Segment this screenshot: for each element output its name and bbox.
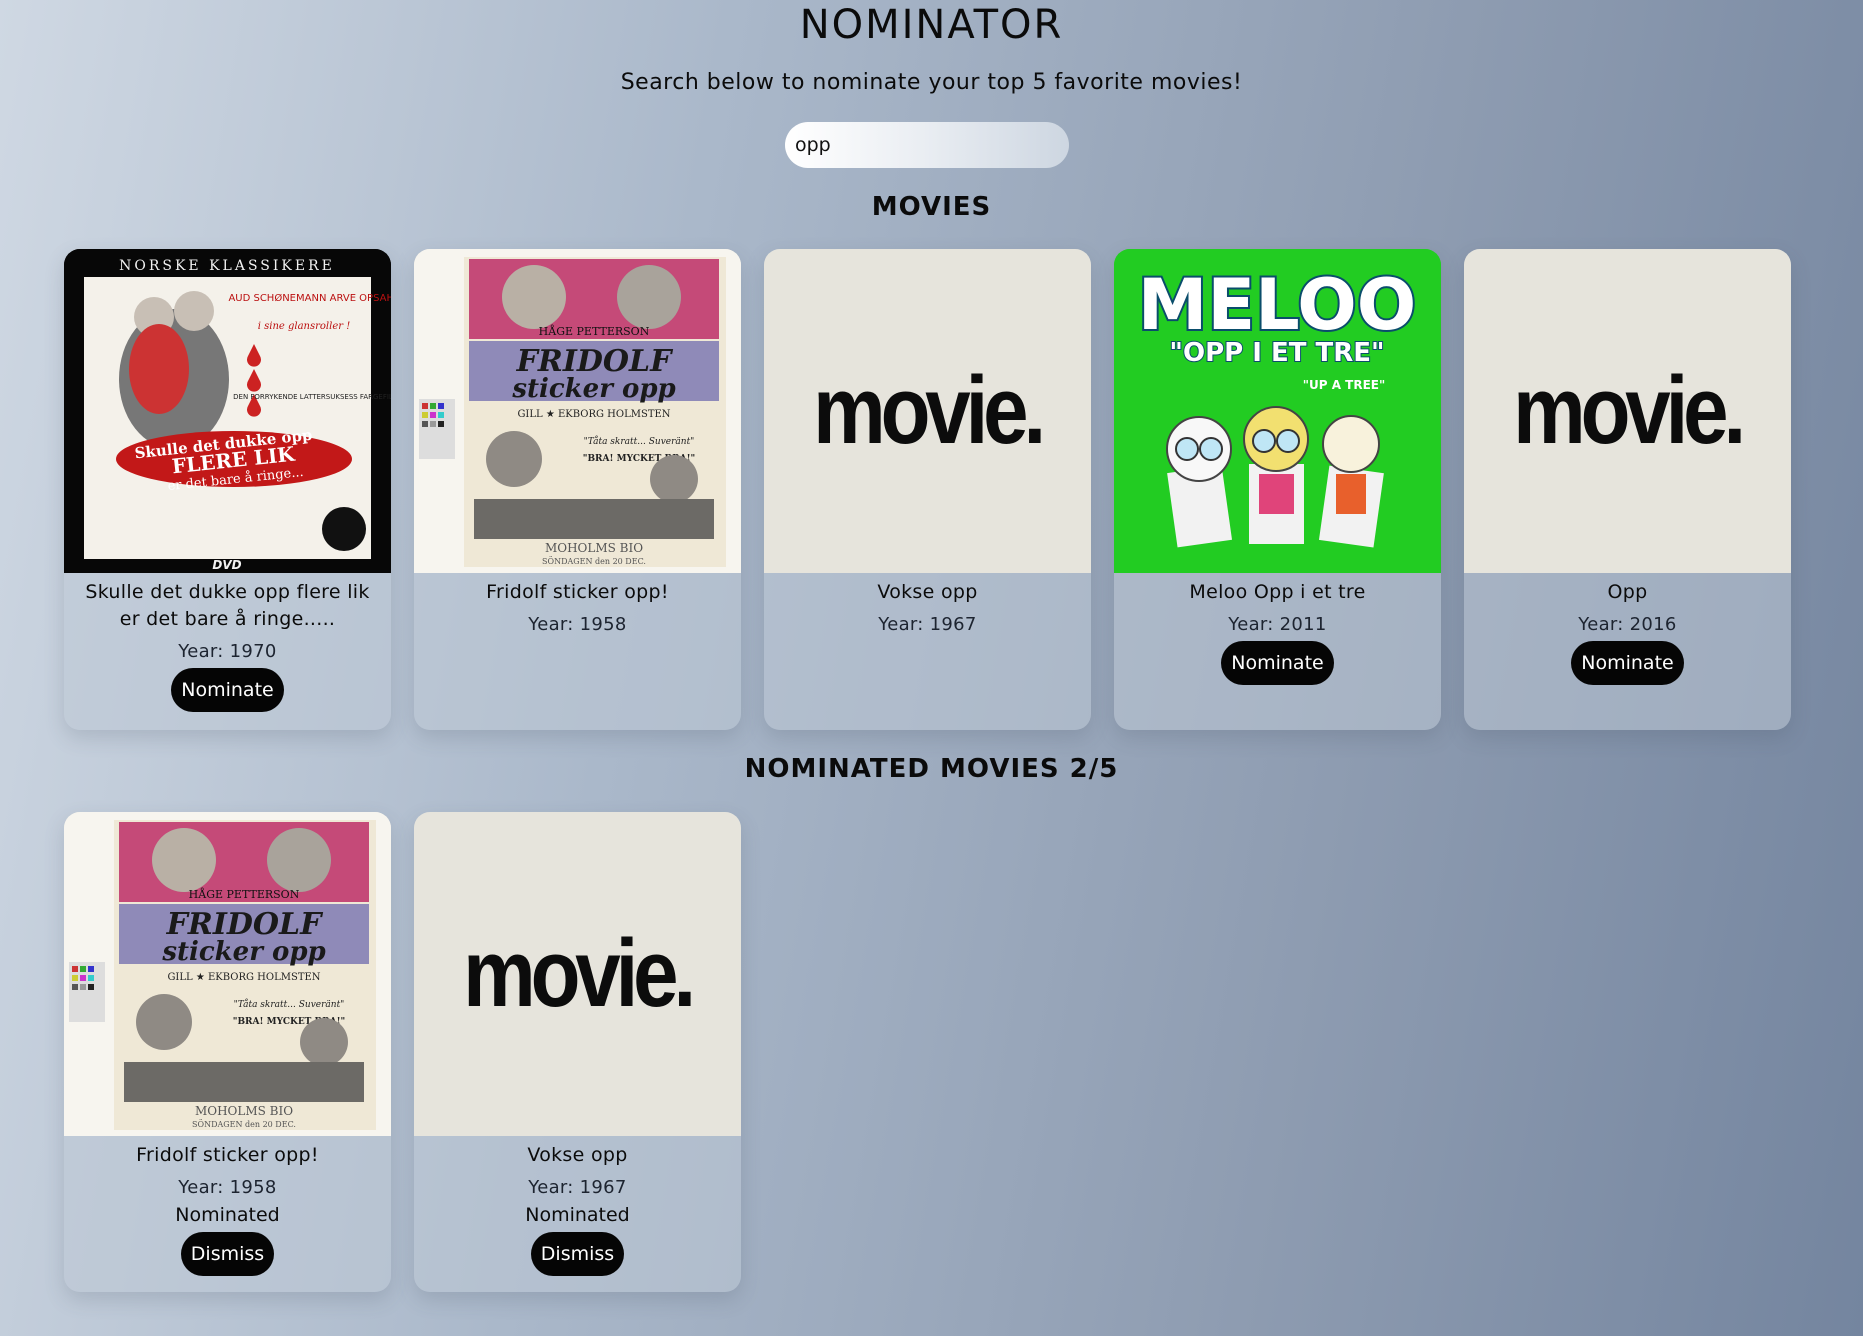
svg-text:AUD SCHØNEMANN ARVE OPSAHL: AUD SCHØNEMANN ARVE OPSAHL xyxy=(228,292,391,304)
movie-card: movie. Vokse opp Year: 1967 xyxy=(764,249,1091,730)
svg-text:SÖNDAGEN den 20 DEC.: SÖNDAGEN den 20 DEC. xyxy=(192,1120,296,1129)
svg-text:GILL ★ EKBORG HOLMSTEN: GILL ★ EKBORG HOLMSTEN xyxy=(517,409,670,420)
nominated-card: HÅGE PETTERSON FRIDOLF sticker opp GILL … xyxy=(64,812,391,1292)
svg-text:MOHOLMS BIO: MOHOLMS BIO xyxy=(545,541,643,555)
placeholder-poster: movie. xyxy=(1464,249,1791,573)
movie-title: Skulle det dukke opp flere lik er det ba… xyxy=(85,581,370,630)
movie-title: Fridolf sticker opp! xyxy=(486,581,669,603)
placeholder-text: movie. xyxy=(1513,357,1747,464)
movies-section-title: MOVIES xyxy=(871,192,992,222)
movie-year: Year: 1958 xyxy=(528,614,627,635)
svg-text:GILL ★ EKBORG HOLMSTEN: GILL ★ EKBORG HOLMSTEN xyxy=(167,972,320,983)
movie-title: Fridolf sticker opp! xyxy=(136,1144,319,1166)
svg-text:DVD: DVD xyxy=(212,558,241,572)
movie-title: Vokse opp xyxy=(877,581,978,603)
movie-year: Year: 2016 xyxy=(1578,614,1677,635)
svg-text:HÅGE PETTERSON: HÅGE PETTERSON xyxy=(539,324,650,338)
movie-card: NORSKE KLASSIKERE AUD SCHØNEMANN ARVE OP… xyxy=(64,249,391,730)
nominated-status: Nominated xyxy=(175,1204,280,1226)
movie-year: Year: 1970 xyxy=(178,641,277,662)
svg-text:MOHOLMS BIO: MOHOLMS BIO xyxy=(195,1104,293,1118)
svg-text:SÖNDAGEN den 20 DEC.: SÖNDAGEN den 20 DEC. xyxy=(542,557,646,566)
movie-year: Year: 1958 xyxy=(178,1177,277,1198)
svg-text:"UP A TREE": "UP A TREE" xyxy=(1303,378,1386,392)
svg-text:"OPP I ET TRE": "OPP I ET TRE" xyxy=(1169,338,1384,368)
svg-text:sticker opp: sticker opp xyxy=(161,937,325,967)
nominated-status: Nominated xyxy=(525,1204,630,1226)
nominate-button[interactable]: Nominate xyxy=(1571,641,1684,685)
nominated-card: movie. Vokse opp Year: 1967 Nominated Di… xyxy=(414,812,741,1292)
skulle-poster: NORSKE KLASSIKERE AUD SCHØNEMANN ARVE OP… xyxy=(64,249,391,573)
page-title: NOMINATOR xyxy=(799,2,1064,48)
meloo-poster: MELOO "OPP I ET TRE" "UP A TREE" xyxy=(1114,249,1441,573)
movie-title: Meloo Opp i et tre xyxy=(1189,581,1366,603)
nominate-button[interactable]: Nominate xyxy=(171,668,284,712)
svg-text:"Tåta skratt... Suveränt": "Tåta skratt... Suveränt" xyxy=(584,435,695,447)
svg-text:MELOO: MELOO xyxy=(1138,264,1417,346)
movie-year: Year: 2011 xyxy=(1228,614,1327,635)
movie-year: Year: 1967 xyxy=(878,614,977,635)
movie-card: HÅGE PETTERSON FRIDOLF sticker opp GILL … xyxy=(414,249,741,730)
dismiss-button[interactable]: Dismiss xyxy=(530,1232,625,1276)
dismiss-button[interactable]: Dismiss xyxy=(180,1232,275,1276)
movie-title: Vokse opp xyxy=(527,1144,628,1166)
svg-text:DEN FORRYKENDE LATTERSUKSESS F: DEN FORRYKENDE LATTERSUKSESS FARGEFILMEN… xyxy=(233,393,391,401)
movie-card: movie. Opp Year: 2016 Nominate xyxy=(1464,249,1791,730)
nominated-section-title: NOMINATED MOVIES 2/5 xyxy=(744,754,1119,784)
svg-text:HÅGE PETTERSON: HÅGE PETTERSON xyxy=(189,887,300,901)
poster-top-text: NORSKE KLASSIKERE xyxy=(119,258,335,274)
movie-year: Year: 1967 xyxy=(528,1177,627,1198)
svg-text:i sine glansroller !: i sine glansroller ! xyxy=(258,321,350,332)
movie-title: Opp xyxy=(1607,581,1648,603)
svg-text:sticker opp: sticker opp xyxy=(511,374,675,404)
search-input[interactable] xyxy=(785,122,1069,168)
svg-text:"Tåta skratt... Suveränt": "Tåta skratt... Suveränt" xyxy=(234,998,345,1010)
placeholder-poster: movie. xyxy=(414,812,741,1136)
fridolf-poster: HÅGE PETTERSON FRIDOLF sticker opp GILL … xyxy=(64,812,391,1136)
placeholder-text: movie. xyxy=(463,920,697,1027)
movie-card: MELOO "OPP I ET TRE" "UP A TREE" Meloo O… xyxy=(1114,249,1441,730)
nominate-button[interactable]: Nominate xyxy=(1221,641,1334,685)
placeholder-text: movie. xyxy=(813,357,1047,464)
placeholder-poster: movie. xyxy=(764,249,1091,573)
fridolf-poster: HÅGE PETTERSON FRIDOLF sticker opp GILL … xyxy=(414,249,741,573)
page-subtitle: Search below to nominate your top 5 favo… xyxy=(620,70,1243,95)
